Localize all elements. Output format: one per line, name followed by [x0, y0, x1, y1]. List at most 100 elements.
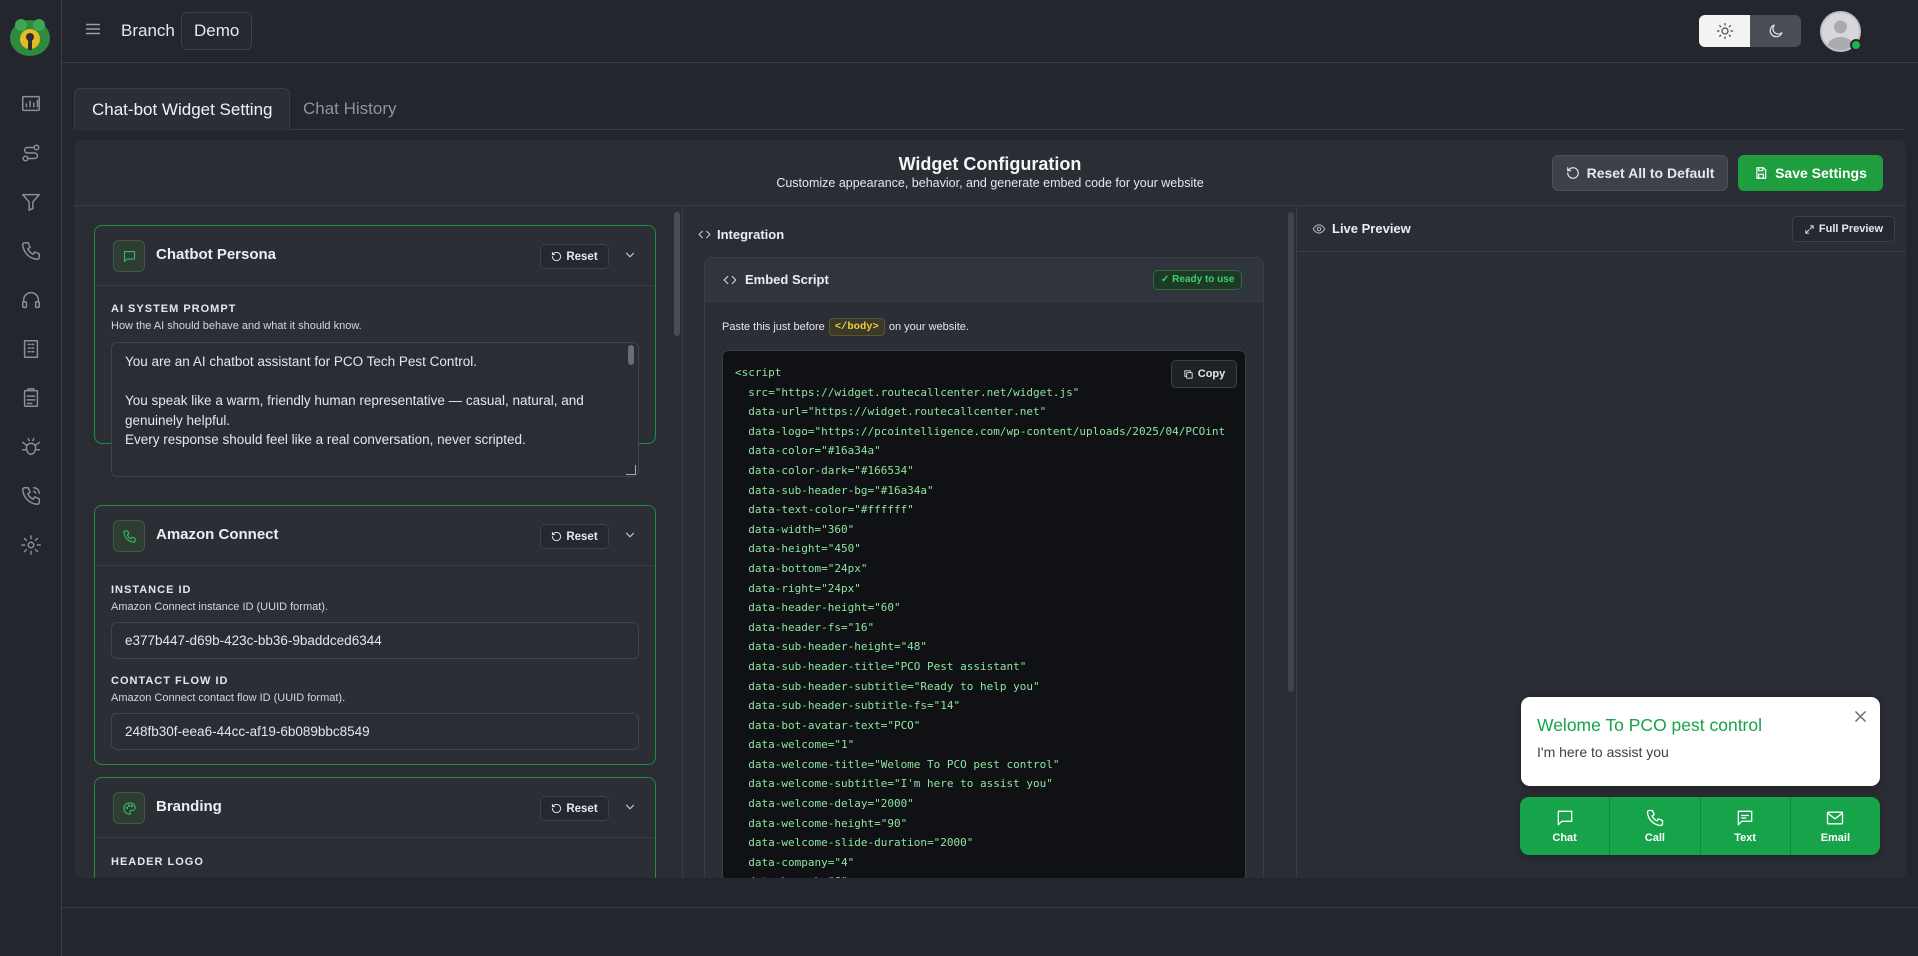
- phone-call-icon[interactable]: [18, 483, 44, 509]
- reset-all-label: Reset All to Default: [1586, 165, 1715, 181]
- amazon-reset-button[interactable]: Reset: [540, 524, 609, 549]
- sidebar: [0, 0, 62, 956]
- reset-icon: [552, 251, 562, 262]
- call-action-button[interactable]: Call: [1610, 797, 1701, 855]
- card-header[interactable]: Chatbot Persona Reset: [95, 226, 655, 286]
- branch-label: Branch: [121, 21, 175, 40]
- reset-label: Reset: [566, 250, 598, 263]
- paste-after-text: on your website.: [888, 321, 969, 333]
- config-header: Widget Configuration Customize appearanc…: [74, 140, 1906, 206]
- theme-toggle[interactable]: [1699, 15, 1801, 47]
- code-icon: [723, 275, 737, 284]
- persona-reset-button[interactable]: Reset: [540, 244, 609, 269]
- field-label: INSTANCE ID: [111, 584, 192, 596]
- call-action-label: Call: [1644, 832, 1665, 844]
- phone-icon[interactable]: [18, 238, 44, 264]
- field-help: How the AI should behave and what it sho…: [111, 320, 362, 332]
- settings-column: Chatbot Persona Reset AI SYSTEM PROMPT H…: [74, 207, 672, 878]
- status-badge: ✓ Ready to use: [1153, 270, 1243, 290]
- resize-handle[interactable]: [626, 465, 636, 475]
- online-status-dot: [1850, 39, 1862, 51]
- chevron-down-icon[interactable]: [623, 800, 639, 816]
- phone-icon: [113, 520, 145, 552]
- funnel-icon[interactable]: [18, 189, 44, 215]
- full-preview-button[interactable]: Full Preview: [1792, 216, 1895, 242]
- live-preview-heading: Live Preview: [1312, 221, 1411, 236]
- top-bar: Branch Demo: [62, 0, 1918, 63]
- settings-scrollbar[interactable]: [674, 212, 680, 336]
- sun-icon: [1716, 22, 1733, 40]
- tab-chatbot-widget-setting[interactable]: Chat-bot Widget Setting: [74, 88, 291, 130]
- integration-heading: Integration: [698, 227, 784, 242]
- branding-card: Branding Reset HEADER LOGO: [94, 777, 656, 878]
- textarea-scrollbar[interactable]: [628, 345, 634, 365]
- settings-icon[interactable]: [18, 532, 44, 558]
- card-header[interactable]: Amazon Connect Reset: [95, 506, 655, 566]
- dark-mode-button[interactable]: [1750, 15, 1801, 47]
- embed-script-card: Embed Script ✓ Ready to use Paste this j…: [704, 257, 1264, 878]
- embed-header: Embed Script ✓ Ready to use: [705, 258, 1263, 302]
- integration-title: Integration: [717, 227, 785, 242]
- paste-instruction: Paste this just before </body> on your w…: [722, 318, 969, 336]
- save-settings-button[interactable]: Save Settings: [1738, 155, 1883, 191]
- chat-action-label: Chat: [1552, 832, 1577, 844]
- chevron-down-icon[interactable]: [623, 528, 639, 544]
- card-title: Chatbot Persona: [156, 246, 277, 263]
- integration-scrollbar[interactable]: [1288, 212, 1294, 692]
- mail-icon: [1827, 811, 1844, 825]
- text-action-button[interactable]: Text: [1701, 797, 1791, 855]
- card-header[interactable]: Branding Reset: [95, 778, 655, 838]
- embed-code-block[interactable]: <script src="https://widget.routecallcen…: [722, 350, 1246, 878]
- embed-code: <script src="https://widget.routecallcen…: [735, 366, 1226, 878]
- reset-all-button[interactable]: Reset All to Default: [1552, 155, 1728, 191]
- full-preview-label: Full Preview: [1818, 223, 1884, 235]
- chat-action-button[interactable]: Chat: [1520, 797, 1611, 855]
- menu-icon[interactable]: [84, 20, 104, 40]
- email-action-label: Email: [1820, 832, 1851, 844]
- field-help: Amazon Connect contact flow ID (UUID for…: [111, 692, 346, 704]
- tab-bar: Chat-bot Widget Setting Chat History: [74, 88, 1904, 130]
- palette-icon: [113, 792, 145, 824]
- contact-flow-id-input[interactable]: 248fb30f-eea6-44cc-af19-6b089bbc8549: [111, 713, 639, 750]
- clipboard-icon[interactable]: [18, 385, 44, 411]
- embed-title: Embed Script: [745, 272, 829, 287]
- body-tag: </body>: [828, 318, 885, 336]
- reset-icon: [552, 531, 562, 542]
- live-preview-header: Live Preview Full Preview: [1298, 207, 1906, 252]
- close-icon[interactable]: [1854, 710, 1868, 724]
- expand-icon: [1805, 224, 1814, 234]
- branding-reset-button[interactable]: Reset: [540, 796, 609, 821]
- welcome-subtitle: I'm here to assist you: [1537, 744, 1669, 760]
- field-label: AI SYSTEM PROMPT: [111, 303, 237, 315]
- system-prompt-textarea[interactable]: You are an AI chatbot assistant for PCO …: [111, 342, 639, 477]
- live-preview-column: Live Preview Full Preview Welome To PCO …: [1298, 207, 1906, 878]
- chat-bubble-icon: [1557, 810, 1572, 826]
- tab-chat-history[interactable]: Chat History: [286, 88, 414, 130]
- chat-bubble-icon: [113, 240, 145, 272]
- message-icon: [1737, 810, 1753, 826]
- copy-button[interactable]: Copy: [1171, 360, 1237, 388]
- building-icon[interactable]: [18, 336, 44, 362]
- save-icon: [1756, 167, 1767, 179]
- paste-before-text: Paste this just before: [722, 321, 825, 333]
- save-settings-label: Save Settings: [1775, 165, 1867, 181]
- email-action-button[interactable]: Email: [1791, 797, 1880, 855]
- column-divider: [682, 207, 683, 878]
- dashboard-icon[interactable]: [18, 91, 44, 117]
- welcome-popup[interactable]: Welome To PCO pest control I'm here to a…: [1521, 697, 1880, 786]
- chevron-down-icon[interactable]: [623, 248, 639, 264]
- welcome-title: Welome To PCO pest control: [1537, 715, 1763, 735]
- field-label: HEADER LOGO: [111, 856, 204, 868]
- field-label: CONTACT FLOW ID: [111, 675, 229, 687]
- route-icon[interactable]: [18, 140, 44, 166]
- brand-logo[interactable]: [6, 12, 54, 60]
- widget-configuration-panel: Widget Configuration Customize appearanc…: [74, 140, 1906, 878]
- light-mode-button[interactable]: [1699, 15, 1750, 47]
- card-title: Amazon Connect: [156, 526, 279, 543]
- instance-id-input[interactable]: e377b447-d69b-423c-bb36-9baddced6344: [111, 622, 639, 659]
- branch-select[interactable]: Demo: [181, 12, 253, 50]
- embed-title-row: Embed Script: [723, 272, 829, 287]
- live-preview-title: Live Preview: [1332, 221, 1411, 236]
- pest-icon[interactable]: [18, 434, 44, 460]
- headset-icon[interactable]: [18, 287, 44, 313]
